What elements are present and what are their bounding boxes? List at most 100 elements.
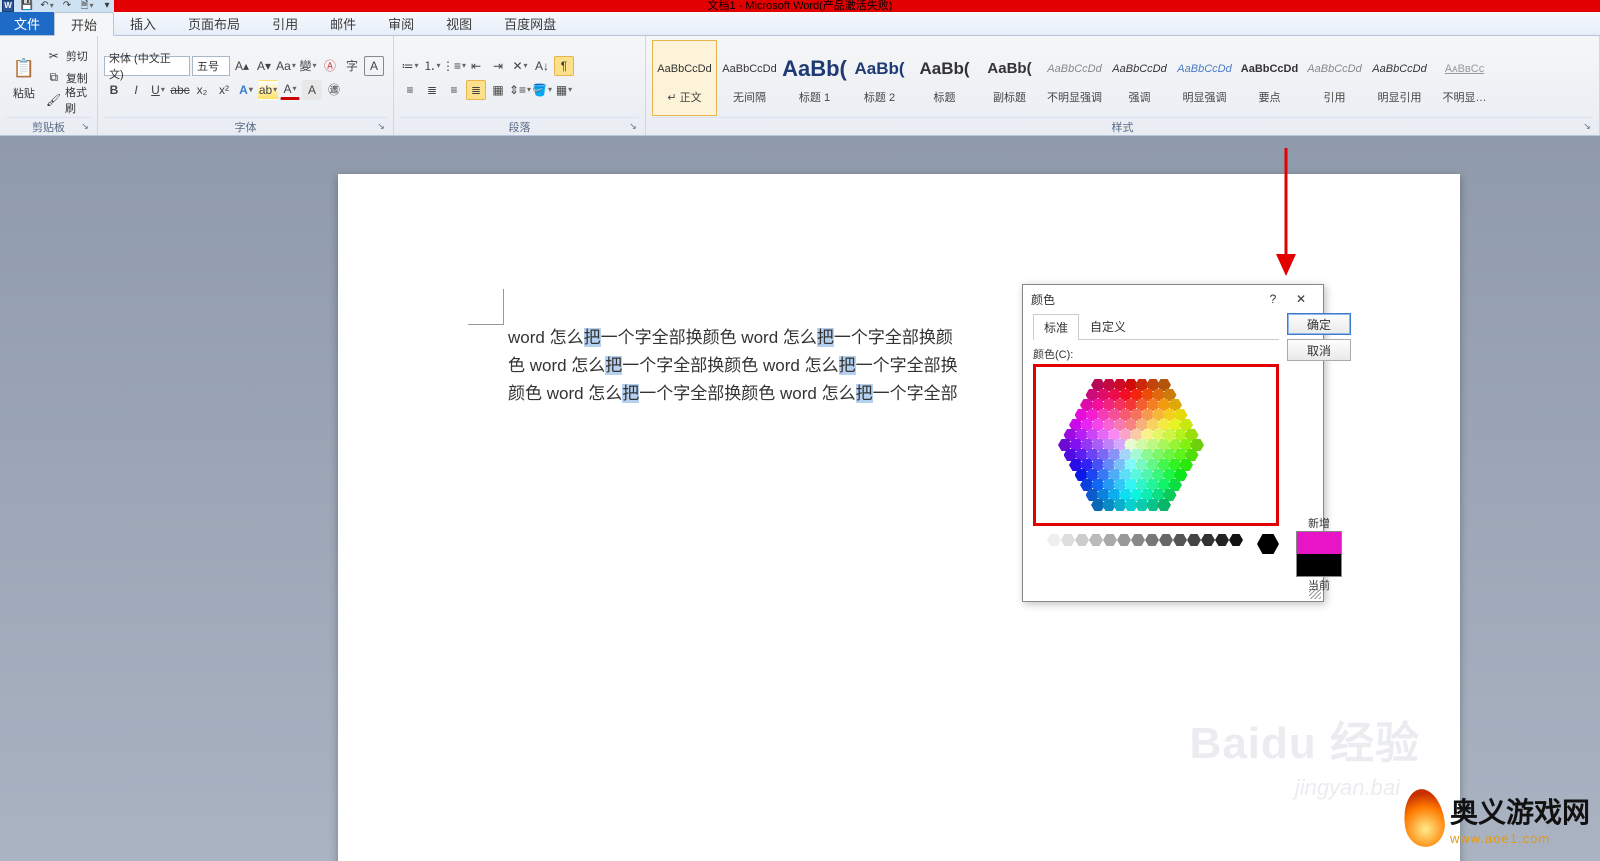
decrease-indent-button[interactable]: ⇤ [466, 56, 486, 76]
underline-button[interactable]: U [148, 80, 168, 100]
gray-cell[interactable] [1061, 534, 1075, 546]
style-item-10[interactable]: AaBbCcDd引用 [1302, 40, 1367, 116]
gray-cell[interactable] [1159, 534, 1173, 546]
style-item-5[interactable]: AaBb(副标题 [977, 40, 1042, 116]
change-case-button[interactable]: Aa [276, 56, 296, 76]
site-name: 奥义游戏网 [1450, 797, 1590, 828]
cut-button[interactable]: ✂剪切 [46, 46, 91, 66]
shrink-font-button[interactable]: A▾ [254, 56, 274, 76]
increase-indent-button[interactable]: ⇥ [488, 56, 508, 76]
shading-button[interactable]: 🪣 [532, 80, 552, 100]
align-justify-button[interactable]: ≣ [466, 80, 486, 100]
gray-cell[interactable] [1201, 534, 1215, 546]
borders-button[interactable]: ▦ [554, 80, 574, 100]
style-item-3[interactable]: AaBb(标题 2 [847, 40, 912, 116]
group-clipboard: 📋 粘贴 ✂剪切 ⧉复制 🖌格式刷 剪贴板↘ [0, 36, 98, 135]
superscript-button[interactable]: x² [214, 80, 234, 100]
tab-review[interactable]: 审阅 [372, 11, 430, 35]
distribute-button[interactable]: ▦ [488, 80, 508, 100]
gray-cell[interactable] [1033, 534, 1047, 546]
tab-insert[interactable]: 插入 [114, 11, 172, 35]
tab-mailings[interactable]: 邮件 [314, 11, 372, 35]
gray-cell[interactable] [1103, 534, 1117, 546]
qat-customize-icon[interactable]: ▾ [100, 0, 114, 12]
numbering-button[interactable]: ⒈ [422, 56, 442, 76]
highlight-button[interactable]: ab [258, 80, 278, 100]
qat-save-button[interactable]: 💾 [20, 0, 34, 12]
font-size-combo[interactable]: 五号 [192, 56, 230, 76]
font-color-button[interactable]: A [280, 80, 300, 100]
bullets-button[interactable]: ≔ [400, 56, 420, 76]
tab-file[interactable]: 文件 [0, 11, 54, 35]
tab-references[interactable]: 引用 [256, 11, 314, 35]
dialog-tab-standard[interactable]: 标准 [1033, 314, 1079, 340]
dialog-tab-custom[interactable]: 自定义 [1079, 313, 1137, 339]
gray-cell[interactable] [1173, 534, 1187, 546]
style-item-9[interactable]: AaBbCcDd要点 [1237, 40, 1302, 116]
show-marks-button[interactable]: ¶ [554, 56, 574, 76]
grow-font-button[interactable]: A▴ [232, 56, 252, 76]
gray-cell[interactable] [1075, 534, 1089, 546]
ribbon-tabs: 文件 开始 插入 页面布局 引用 邮件 审阅 视图 百度网盘 [0, 12, 1600, 36]
paste-icon: 📋 [10, 55, 38, 83]
qat-undo-button[interactable]: ↶ [40, 0, 54, 12]
italic-button[interactable]: I [126, 80, 146, 100]
style-item-0[interactable]: AaBbCcDd↵ 正文 [652, 40, 717, 116]
gray-cell[interactable] [1047, 534, 1061, 546]
word-app-icon[interactable]: W [2, 0, 14, 12]
format-painter-button[interactable]: 🖌格式刷 [46, 90, 91, 110]
style-item-8[interactable]: AaBbCcDd明显强调 [1172, 40, 1237, 116]
style-item-2[interactable]: AaBb(标题 1 [782, 40, 847, 116]
tab-layout[interactable]: 页面布局 [172, 11, 256, 35]
grayscale-row[interactable] [1033, 534, 1279, 554]
align-left-button[interactable]: ≡ [400, 80, 420, 100]
align-center-button[interactable]: ≣ [422, 80, 442, 100]
current-gray-cell[interactable] [1257, 534, 1279, 554]
gray-cell[interactable] [1215, 534, 1229, 546]
bold-button[interactable]: B [104, 80, 124, 100]
asian-layout-button[interactable]: ✕ [510, 56, 530, 76]
strikethrough-button[interactable]: abc [170, 80, 190, 100]
sort-button[interactable]: A↓ [532, 56, 552, 76]
qat-redo-button[interactable]: ↷ [60, 0, 74, 12]
style-item-11[interactable]: AaBbCcDd明显引用 [1367, 40, 1432, 116]
paste-button[interactable]: 📋 粘贴 [6, 44, 42, 112]
phonetic-guide-button[interactable]: 變 [298, 56, 318, 76]
dialog-close-button[interactable]: ✕ [1287, 288, 1315, 310]
gray-cell[interactable] [1089, 534, 1103, 546]
dialog-ok-button[interactable]: 确定 [1287, 313, 1351, 335]
enclose-hex-button[interactable]: ㊜ [324, 80, 344, 100]
clear-format-button[interactable]: Ⓐ [320, 56, 340, 76]
char-border-button[interactable]: A [364, 56, 384, 76]
tab-view[interactable]: 视图 [430, 11, 488, 35]
font-name-combo[interactable]: 宋体 (中文正文) [104, 56, 190, 76]
styles-launcher-icon[interactable]: ↘ [1581, 121, 1593, 133]
style-item-1[interactable]: AaBbCcDd无间隔 [717, 40, 782, 116]
dialog-cancel-button[interactable]: 取消 [1287, 339, 1351, 361]
tab-home[interactable]: 开始 [54, 12, 114, 36]
clipboard-launcher-icon[interactable]: ↘ [79, 121, 91, 133]
align-right-button[interactable]: ≡ [444, 80, 464, 100]
subscript-button[interactable]: x₂ [192, 80, 212, 100]
tab-baidu[interactable]: 百度网盘 [488, 11, 572, 35]
style-item-4[interactable]: AaBb(标题 [912, 40, 977, 116]
gray-cell[interactable] [1145, 534, 1159, 546]
gray-cell[interactable] [1131, 534, 1145, 546]
qat-new-button[interactable]: 🗎 [80, 0, 94, 12]
resize-grip-icon[interactable] [1309, 587, 1321, 599]
style-item-12[interactable]: AᴀBʙCᴄ不明显… [1432, 40, 1497, 116]
multilevel-button[interactable]: ⋮≡ [444, 56, 464, 76]
gray-cell[interactable] [1229, 534, 1243, 546]
dialog-help-button[interactable]: ? [1259, 288, 1287, 310]
text-effects-button[interactable]: A [236, 80, 256, 100]
char-shading-button[interactable]: A [302, 80, 322, 100]
font-launcher-icon[interactable]: ↘ [375, 121, 387, 133]
style-item-6[interactable]: AaBbCcDd不明显强调 [1042, 40, 1107, 116]
color-hexagon[interactable] [1038, 369, 1224, 521]
line-spacing-button[interactable]: ⇕≡ [510, 80, 530, 100]
paragraph-launcher-icon[interactable]: ↘ [627, 121, 639, 133]
gray-cell[interactable] [1187, 534, 1201, 546]
gray-cell[interactable] [1117, 534, 1131, 546]
enclose-char-button[interactable]: 字 [342, 56, 362, 76]
style-item-7[interactable]: AaBbCcDd强调 [1107, 40, 1172, 116]
